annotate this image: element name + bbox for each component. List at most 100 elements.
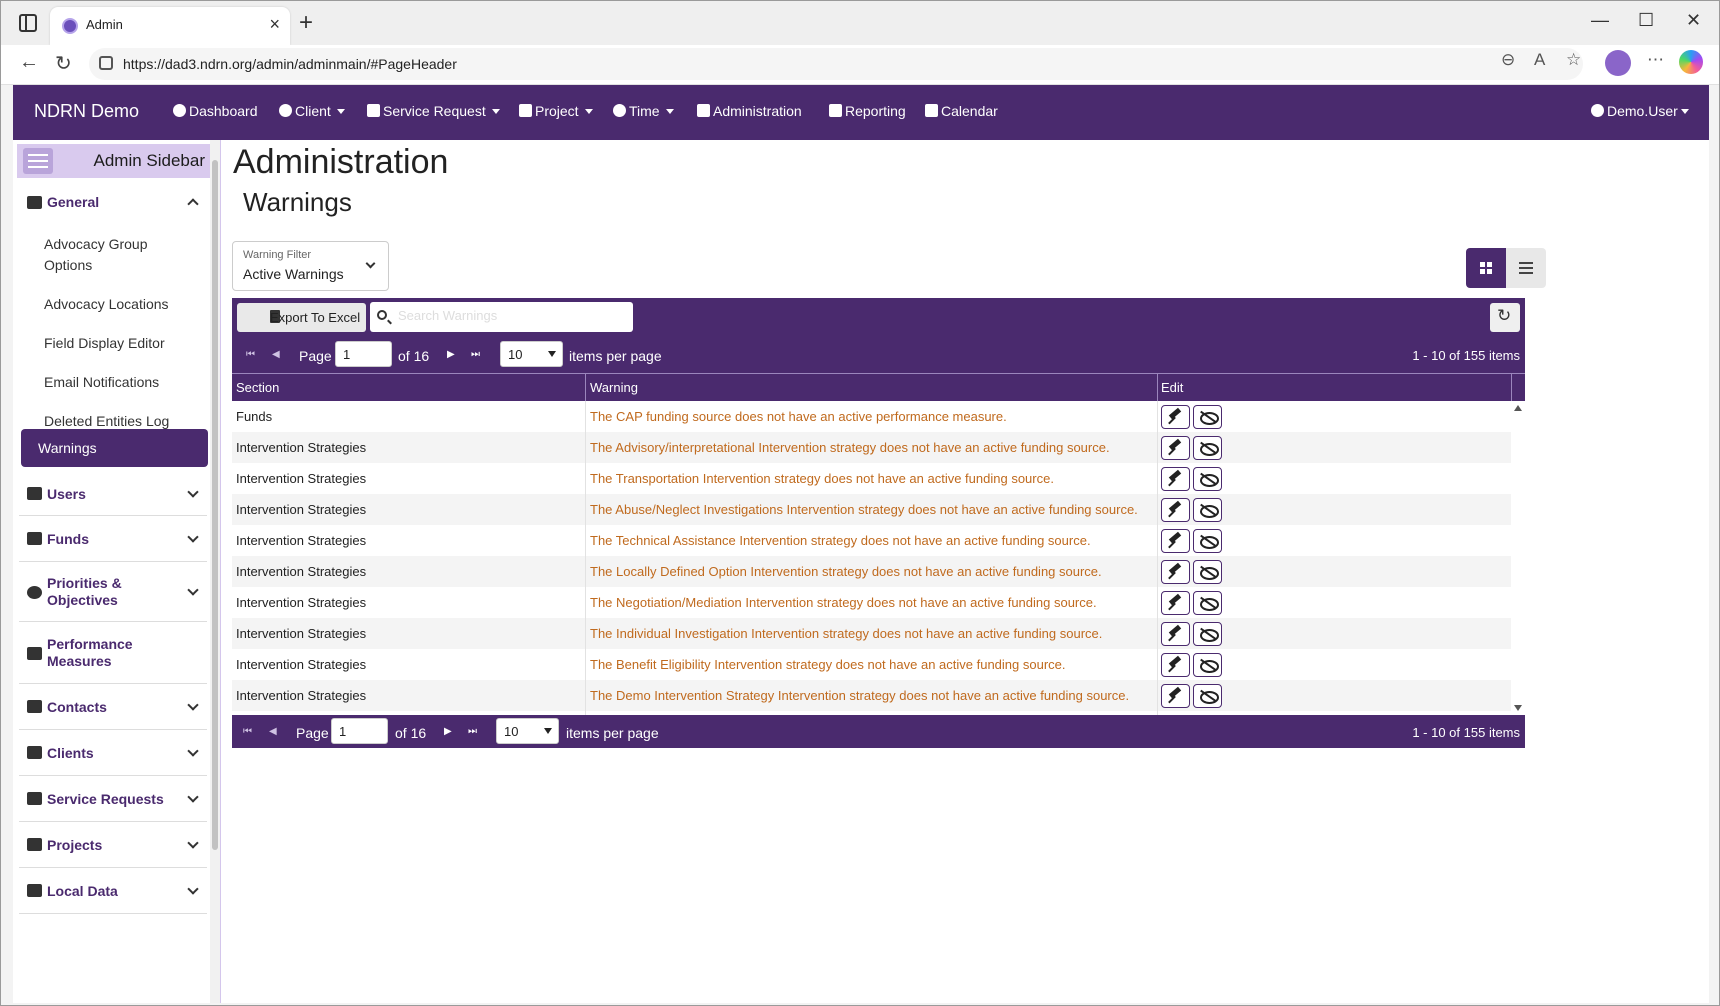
reload-icon[interactable]: ↻ — [55, 51, 72, 76]
warning-link[interactable]: The Advisory/interpretational Interventi… — [590, 440, 1110, 455]
url-field[interactable]: https://dad3.ndrn.org/admin/adminmain/#P… — [89, 48, 1583, 80]
nav-service-request[interactable]: Service Request — [367, 103, 500, 119]
read-aloud-icon[interactable]: A — [1534, 50, 1545, 70]
warning-link[interactable]: The Transportation Intervention strategy… — [590, 471, 1054, 486]
sidebar-group-label: Local Data — [47, 883, 118, 899]
scroll-up-arrow-icon[interactable] — [1514, 405, 1522, 411]
sidebar-item-email-notifications[interactable]: Email Notifications — [44, 372, 159, 393]
edit-hammer-icon[interactable] — [1161, 436, 1190, 460]
edit-hammer-icon[interactable] — [1161, 684, 1190, 708]
sidebar-item-field-display-editor[interactable]: Field Display Editor — [44, 333, 165, 354]
hide-eye-slash-icon[interactable] — [1193, 591, 1222, 615]
page-size-select[interactable]: 10 — [500, 341, 563, 367]
nav-dashboard[interactable]: Dashboard — [173, 103, 258, 119]
hide-eye-slash-icon[interactable] — [1193, 622, 1222, 646]
sidebar-group-service-requests[interactable]: Service Requests — [19, 776, 207, 822]
sidebar-group-projects[interactable]: Projects — [19, 822, 207, 868]
sidebar-item-warnings[interactable]: Warnings — [21, 429, 208, 467]
nav-client[interactable]: Client — [279, 103, 345, 119]
last-page-icon[interactable]: ⏭ — [468, 726, 477, 737]
edit-hammer-icon[interactable] — [1161, 467, 1190, 491]
edit-hammer-icon[interactable] — [1161, 529, 1190, 553]
sidebar-group-clients[interactable]: Clients — [19, 730, 207, 776]
brand-link[interactable]: NDRN Demo — [34, 101, 139, 122]
sidebar-group-funds[interactable]: Funds — [19, 516, 207, 562]
page-size-select[interactable]: 10 — [496, 718, 559, 744]
sidebar-group-performance-measures[interactable]: Performance Measures — [19, 622, 207, 684]
hide-eye-slash-icon[interactable] — [1193, 529, 1222, 553]
warning-link[interactable]: The Technical Assistance Intervention st… — [590, 533, 1091, 548]
nav-reporting[interactable]: Reporting — [829, 103, 906, 119]
previous-page-icon[interactable]: ◀ — [272, 349, 280, 360]
warning-link[interactable]: The Individual Investigation Interventio… — [590, 626, 1102, 641]
edit-hammer-icon[interactable] — [1161, 498, 1190, 522]
warning-link[interactable]: The Negotiation/Mediation Intervention s… — [590, 595, 1097, 610]
nav-administration[interactable]: Administration — [697, 103, 802, 119]
first-page-icon[interactable]: ⏮ — [243, 726, 252, 737]
warning-link[interactable]: The Benefit Eligibility Intervention str… — [590, 657, 1066, 672]
warning-filter-select[interactable]: Warning Filter Active Warnings — [232, 241, 389, 291]
nav-calendar[interactable]: Calendar — [925, 103, 998, 119]
lock-icon[interactable] — [99, 56, 113, 70]
close-tab-icon[interactable]: × — [269, 14, 280, 35]
tab-actions-icon[interactable] — [19, 14, 37, 32]
profile-avatar[interactable] — [1605, 50, 1631, 76]
refresh-button[interactable]: ↻ — [1490, 303, 1520, 332]
warning-link[interactable]: The Demo Intervention Strategy Intervent… — [590, 688, 1129, 703]
zoom-icon[interactable]: ⊖ — [1501, 50, 1515, 70]
edit-hammer-icon[interactable] — [1161, 653, 1190, 677]
scroll-down-arrow-icon[interactable] — [1514, 705, 1522, 711]
hide-eye-slash-icon[interactable] — [1193, 436, 1222, 460]
copilot-icon[interactable] — [1679, 50, 1703, 74]
export-to-excel-button[interactable]: Export To Excel — [237, 303, 366, 332]
minimize-icon[interactable]: — — [1591, 10, 1609, 31]
previous-page-icon[interactable]: ◀ — [269, 726, 277, 737]
back-icon[interactable]: ← — [19, 51, 39, 74]
last-page-icon[interactable]: ⏭ — [471, 349, 480, 360]
user-menu[interactable]: Demo.User — [1591, 103, 1689, 119]
column-header-warning[interactable]: Warning — [590, 380, 638, 395]
browser-tab[interactable]: Admin × — [50, 7, 290, 45]
hamburger-menu-icon[interactable] — [23, 148, 53, 174]
hide-eye-slash-icon[interactable] — [1193, 560, 1222, 584]
sidebar-scrollbar[interactable] — [210, 140, 220, 1003]
next-page-icon[interactable]: ▶ — [447, 349, 455, 360]
page-number-input[interactable]: 1 — [335, 341, 392, 367]
nav-time[interactable]: Time — [613, 103, 674, 119]
edit-hammer-icon[interactable] — [1161, 591, 1190, 615]
sidebar-item-advocacy-group-options[interactable]: Advocacy Group Options — [44, 234, 164, 276]
hide-eye-slash-icon[interactable] — [1193, 467, 1222, 491]
column-header-section[interactable]: Section — [236, 380, 279, 395]
edit-hammer-icon[interactable] — [1161, 560, 1190, 584]
maximize-icon[interactable]: ☐ — [1638, 10, 1654, 31]
edit-hammer-icon[interactable] — [1161, 622, 1190, 646]
sidebar-group-contacts[interactable]: Contacts — [19, 684, 207, 730]
next-page-icon[interactable]: ▶ — [444, 726, 452, 737]
warning-link[interactable]: The Abuse/Neglect Investigations Interve… — [590, 502, 1138, 517]
sidebar-group-local-data[interactable]: Local Data — [19, 868, 207, 914]
nav-project[interactable]: Project — [519, 103, 593, 119]
more-options-icon[interactable]: ⋯ — [1647, 50, 1664, 70]
sidebar-group-general-header[interactable]: General — [19, 184, 207, 220]
hide-eye-slash-icon[interactable] — [1193, 653, 1222, 677]
hide-eye-slash-icon[interactable] — [1193, 498, 1222, 522]
hide-eye-slash-icon[interactable] — [1193, 684, 1222, 708]
grid-view-button[interactable] — [1466, 248, 1506, 288]
warning-link[interactable]: The CAP funding source does not have an … — [590, 409, 1007, 424]
close-window-icon[interactable]: ✕ — [1686, 10, 1701, 31]
grid-scrollbar[interactable] — [1511, 401, 1525, 715]
sidebar-group-users[interactable]: Users — [19, 472, 207, 516]
page-number-input[interactable]: 1 — [331, 718, 388, 744]
sidebar-group-priorities-objectives[interactable]: Priorities & Objectives — [19, 562, 207, 622]
search-warnings-input[interactable] — [398, 308, 623, 323]
list-view-button[interactable] — [1506, 248, 1546, 288]
hide-eye-slash-icon[interactable] — [1193, 405, 1222, 429]
warning-link[interactable]: The Locally Defined Option Intervention … — [590, 564, 1102, 579]
first-page-icon[interactable]: ⏮ — [246, 349, 255, 360]
edit-hammer-icon[interactable] — [1161, 405, 1190, 429]
search-warnings-box[interactable] — [370, 302, 633, 332]
favorite-star-icon[interactable]: ☆ — [1566, 50, 1581, 70]
new-tab-icon[interactable]: + — [299, 9, 313, 37]
sidebar-item-advocacy-locations[interactable]: Advocacy Locations — [44, 294, 169, 315]
sidebar-scrollbar-thumb[interactable] — [212, 160, 218, 850]
